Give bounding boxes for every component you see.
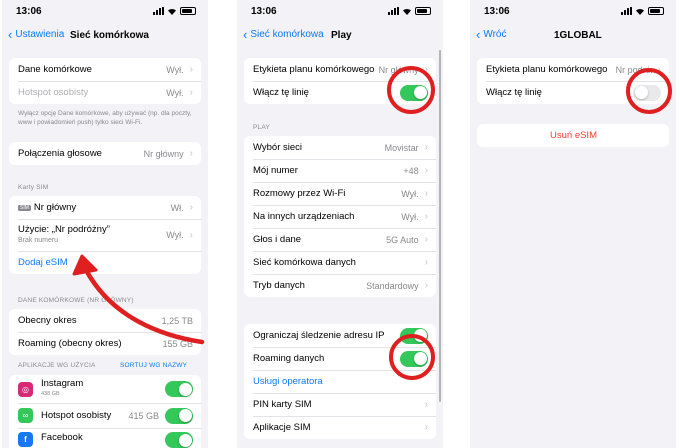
sim-apps-row[interactable]: Aplikacje SIM › xyxy=(244,416,436,439)
chevron-right-icon: › xyxy=(424,142,428,153)
annotation-arrow xyxy=(72,254,205,345)
nav-bar: ‹ Wróć 1GLOBAL xyxy=(470,26,676,46)
screen-1global-line: 13:06 ‹ Wróć 1GLOBAL Etykieta planu komór… xyxy=(470,0,676,448)
chevron-right-icon: › xyxy=(424,211,428,222)
chevron-right-icon: › xyxy=(424,280,428,291)
sim-pin-row[interactable]: PIN karty SIM › xyxy=(244,393,436,416)
chevron-left-icon: ‹ xyxy=(476,26,481,42)
my-number-row[interactable]: Mój numer +48 › xyxy=(244,159,436,182)
data-mode-row[interactable]: Tryb danych Standardowy › xyxy=(244,274,436,297)
signal-icon xyxy=(621,7,632,15)
battery-icon xyxy=(648,7,664,15)
signal-icon xyxy=(388,7,399,15)
battery-icon xyxy=(415,7,431,15)
screen-cellular-settings: 13:06 ‹ Ustawienia Sieć komórkowa Dane ko… xyxy=(2,0,208,448)
wifi-icon xyxy=(636,8,644,15)
annotation-circle xyxy=(389,334,435,380)
chevron-right-icon: › xyxy=(424,188,428,199)
back-button[interactable]: ‹ Wróć xyxy=(476,26,507,42)
page-title: Play xyxy=(331,30,352,41)
screen-play-line: 13:06 ‹ Sieć komórkowa Play Etykieta plan… xyxy=(237,0,443,448)
wifi-icon xyxy=(403,8,411,15)
chevron-left-icon: ‹ xyxy=(243,26,248,42)
wifi-calling-row[interactable]: Rozmowy przez Wi-Fi Wył. › xyxy=(244,182,436,205)
chevron-right-icon: › xyxy=(424,234,428,245)
page-title: 1GLOBAL xyxy=(554,30,602,41)
status-time: 13:06 xyxy=(251,6,277,17)
status-time: 13:06 xyxy=(484,6,510,17)
nav-bar: ‹ Sieć komórkowa Play xyxy=(237,26,443,46)
annotation-circle xyxy=(626,68,672,114)
other-devices-row[interactable]: Na innych urządzeniach Wył. › xyxy=(244,205,436,228)
annotation-circle xyxy=(387,66,435,114)
voice-data-row[interactable]: Głos i dane 5G Auto › xyxy=(244,228,436,251)
delete-group: Usuń eSIM xyxy=(477,124,669,147)
chevron-right-icon: › xyxy=(424,165,428,176)
cellular-data-network-row[interactable]: Sieć komórkowa danych › xyxy=(244,251,436,274)
chevron-right-icon: › xyxy=(424,399,428,410)
delete-esim-button[interactable]: Usuń eSIM xyxy=(477,124,669,147)
chevron-right-icon: › xyxy=(424,422,428,433)
scrollbar[interactable] xyxy=(438,50,441,402)
status-bar: 13:06 xyxy=(237,0,443,22)
network-selection-row[interactable]: Wybór sieci Movistar › xyxy=(244,136,436,159)
status-bar: 13:06 xyxy=(470,0,676,22)
play-settings-group: Wybór sieci Movistar › Mój numer +48 › R… xyxy=(244,136,436,297)
back-button[interactable]: ‹ Sieć komórkowa xyxy=(243,26,324,42)
chevron-right-icon: › xyxy=(424,257,428,268)
play-header: PLAY xyxy=(253,124,270,131)
